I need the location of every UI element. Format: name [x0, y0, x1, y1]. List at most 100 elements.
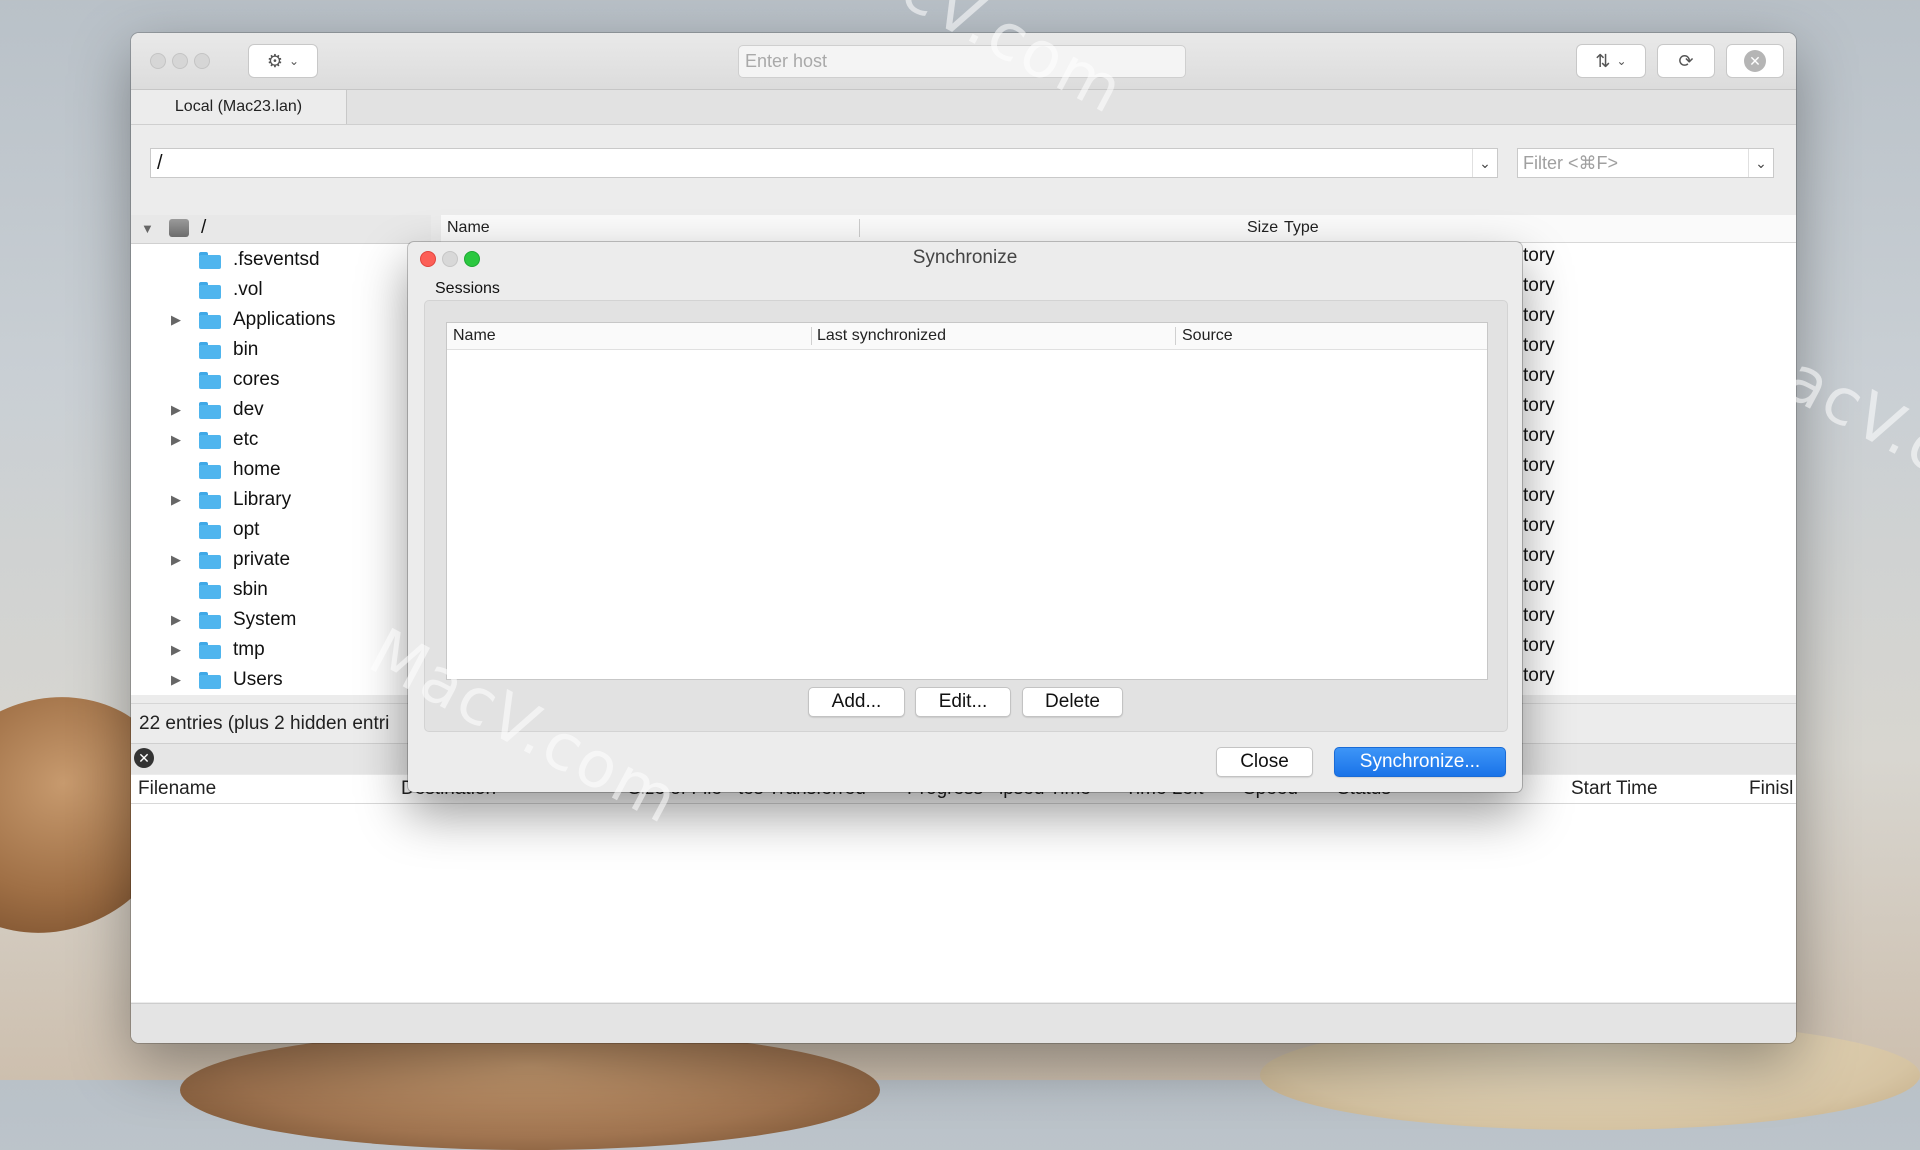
type-cell: tory — [1523, 305, 1555, 326]
type-cell: tory — [1523, 545, 1555, 566]
tree-item-label: private — [233, 549, 291, 570]
tree-item-label: .vol — [233, 279, 263, 300]
add-session-button[interactable]: Add... — [808, 687, 905, 717]
window-minimize-button[interactable] — [172, 53, 188, 69]
tree-item-label: .fseventsd — [233, 249, 320, 270]
tree-item[interactable]: sbin — [131, 575, 431, 605]
sessions-label: Sessions — [435, 280, 500, 297]
tree-item[interactable]: .fseventsd — [131, 245, 431, 275]
folder-icon — [199, 432, 221, 449]
disclosure-closed-icon[interactable]: ▶ — [171, 612, 181, 628]
tree-root-row[interactable]: ▼ / — [131, 215, 431, 244]
tree-item-label: cores — [233, 369, 280, 390]
folder-icon — [199, 582, 221, 599]
disk-icon — [169, 219, 189, 237]
synchronize-button[interactable]: Synchronize... — [1334, 747, 1506, 777]
tree-item-label: Library — [233, 489, 292, 510]
action-menu-button[interactable]: ⚙ ⌄ — [248, 44, 318, 78]
dialog-title: Synchronize — [912, 247, 1018, 268]
disclosure-closed-icon[interactable]: ▶ — [171, 552, 181, 568]
close-transfers-icon[interactable]: ✕ — [134, 748, 154, 768]
up-down-arrows-icon: ⇅ — [1595, 50, 1611, 71]
disconnect-button[interactable]: ✕ — [1726, 44, 1784, 78]
disclosure-closed-icon[interactable]: ▶ — [171, 312, 181, 328]
tree-item[interactable]: cores — [131, 365, 431, 395]
close-circle-icon: ✕ — [1744, 50, 1766, 72]
type-cell: tory — [1523, 245, 1555, 266]
type-cell: tory — [1523, 425, 1555, 446]
disclosure-closed-icon[interactable]: ▶ — [171, 642, 181, 658]
tree-item-label: sbin — [233, 579, 268, 600]
tree-item-label: bin — [233, 339, 259, 360]
type-cell: tory — [1523, 665, 1555, 686]
chevron-down-icon[interactable]: ⌄ — [1748, 149, 1773, 177]
column-start-time[interactable]: Start Time — [1571, 778, 1658, 800]
column-name[interactable]: Name — [453, 327, 496, 345]
tree-item[interactable]: opt — [131, 515, 431, 545]
bottom-bar — [131, 1003, 1796, 1043]
column-filename[interactable]: Filename — [138, 778, 216, 800]
folder-icon — [199, 402, 221, 419]
folder-icon — [199, 612, 221, 629]
tab-local[interactable]: Local (Mac23.lan) — [131, 90, 347, 124]
chevron-down-icon[interactable]: ⌄ — [1472, 149, 1497, 177]
disclosure-open-icon[interactable]: ▼ — [141, 221, 154, 236]
type-cell: tory — [1523, 275, 1555, 296]
gear-icon: ⚙ — [266, 50, 284, 71]
disclosure-closed-icon[interactable]: ▶ — [171, 672, 181, 688]
type-cell: tory — [1523, 485, 1555, 506]
refresh-icon: ⟳ — [1678, 50, 1694, 71]
tree-item[interactable]: ▶ Applications — [131, 305, 431, 335]
tab-bar: Local (Mac23.lan) — [131, 90, 1796, 125]
transfers-list — [131, 804, 1796, 1002]
edit-session-button[interactable]: Edit... — [915, 687, 1011, 717]
transfer-mode-button[interactable]: ⇅ ⌄ — [1576, 44, 1646, 78]
folder-icon — [199, 672, 221, 689]
column-type[interactable]: Type — [1284, 219, 1319, 237]
folder-tree: ▼ / .fseventsd .vol ▶ Applications bin cores ▶… — [131, 215, 431, 695]
column-name[interactable]: Name — [447, 219, 490, 237]
disclosure-closed-icon[interactable]: ▶ — [171, 432, 181, 448]
file-list-header: Name Size Type — [441, 215, 1796, 243]
refresh-button[interactable]: ⟳ — [1657, 44, 1715, 78]
folder-icon — [199, 492, 221, 509]
close-button[interactable]: Close — [1216, 747, 1313, 777]
column-divider — [1175, 327, 1176, 345]
delete-session-button[interactable]: Delete — [1022, 687, 1123, 717]
tree-item-label: etc — [233, 429, 259, 450]
type-cell: tory — [1523, 635, 1555, 656]
folder-icon — [199, 642, 221, 659]
folder-icon — [199, 552, 221, 569]
disclosure-closed-icon[interactable]: ▶ — [171, 402, 181, 418]
tree-item[interactable]: ▶ dev — [131, 395, 431, 425]
tree-item-label: home — [233, 459, 281, 480]
folder-icon — [199, 342, 221, 359]
tree-item-label: opt — [233, 519, 260, 540]
window-zoom-button[interactable] — [194, 53, 210, 69]
tree-item[interactable]: home — [131, 455, 431, 485]
window-close-button[interactable] — [150, 53, 166, 69]
tree-item-label: dev — [233, 399, 264, 420]
folder-icon — [199, 282, 221, 299]
column-finish[interactable]: Finisl — [1749, 778, 1793, 800]
column-divider — [811, 327, 812, 345]
tree-item[interactable]: ▶ etc — [131, 425, 431, 455]
path-field[interactable]: / ⌄ — [150, 148, 1498, 178]
sessions-table[interactable]: Name Last synchronized Source — [446, 322, 1488, 680]
disclosure-closed-icon[interactable]: ▶ — [171, 492, 181, 508]
background-rope — [180, 1030, 880, 1150]
tree-item[interactable]: ▶ Library — [131, 485, 431, 515]
tree-item[interactable]: bin — [131, 335, 431, 365]
column-last-synchronized[interactable]: Last synchronized — [817, 327, 946, 345]
column-source[interactable]: Source — [1182, 327, 1233, 345]
type-cell: tory — [1523, 395, 1555, 416]
tree-item-label: tmp — [233, 639, 265, 660]
folder-icon — [199, 312, 221, 329]
filter-field[interactable]: Filter <⌘F> ⌄ — [1517, 148, 1774, 178]
tree-item[interactable]: ▶ private — [131, 545, 431, 575]
tree-item[interactable]: .vol — [131, 275, 431, 305]
tree-item-label: Applications — [233, 309, 336, 330]
tree-item-label: System — [233, 609, 297, 630]
column-size[interactable]: Size — [1247, 219, 1278, 237]
chevron-down-icon: ⌄ — [1616, 54, 1627, 68]
